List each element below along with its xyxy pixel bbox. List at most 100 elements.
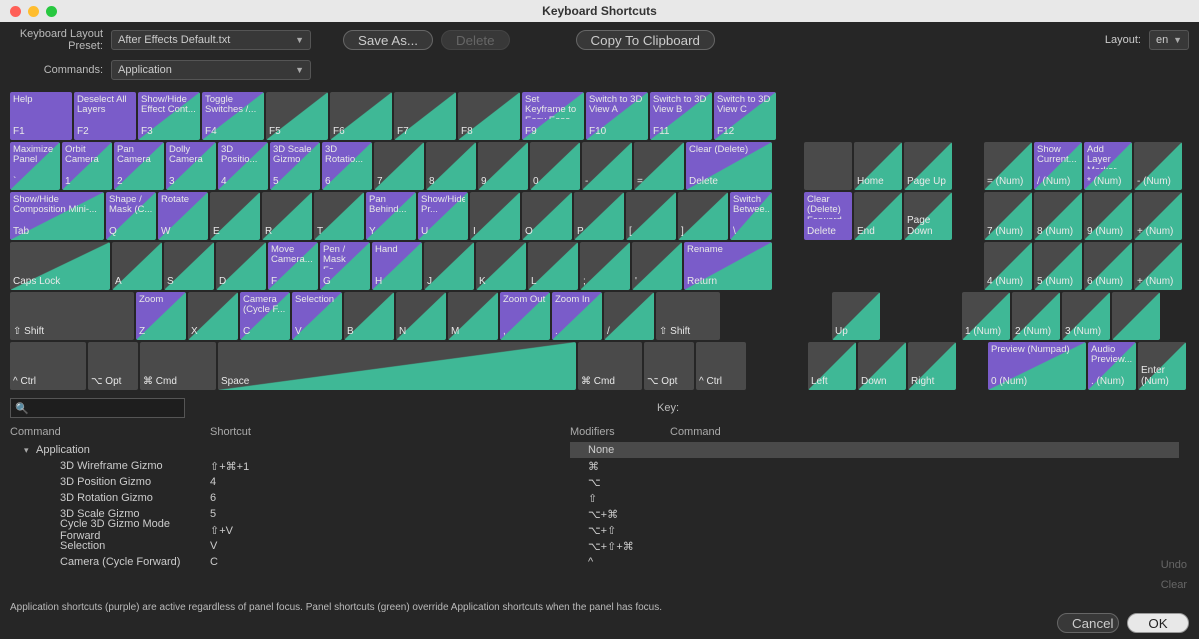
key-num[interactable]: + (Num) — [1134, 242, 1182, 290]
zoom-window[interactable] — [46, 6, 57, 17]
key-s[interactable]: S — [164, 242, 214, 290]
undo-button[interactable]: Undo — [1161, 559, 1187, 571]
key-num[interactable]: + (Num) — [1134, 192, 1182, 240]
key-2[interactable]: Pan Camera2 — [114, 142, 164, 190]
modifier-row[interactable]: ⌥+⇧+⌘ — [570, 538, 1179, 554]
cancel-button[interactable]: Cancel — [1057, 613, 1119, 633]
list-item[interactable]: 3D Position Gizmo4 — [10, 474, 558, 490]
modifier-row[interactable]: ^ — [570, 554, 1179, 570]
key-1[interactable]: Orbit Camera1 — [62, 142, 112, 190]
key-delete[interactable]: Clear (Delete) ForwardDelete — [804, 192, 852, 240]
key-pageup[interactable]: Page Up — [904, 142, 952, 190]
key-3[interactable]: Dolly Camera3 — [166, 142, 216, 190]
key-ctrl[interactable]: ^ Ctrl — [10, 342, 86, 390]
key-[interactable]: ] — [678, 192, 728, 240]
key-0[interactable]: 0 — [530, 142, 580, 190]
key-8num[interactable]: 8 (Num) — [1034, 192, 1082, 240]
key-[interactable]: Maximize Panel` — [10, 142, 60, 190]
key-delete[interactable]: Clear (Delete)Delete — [686, 142, 772, 190]
key-down[interactable]: Down — [858, 342, 906, 390]
key-o[interactable]: O — [522, 192, 572, 240]
key-[interactable]: / — [604, 292, 654, 340]
key-3num[interactable]: 3 (Num) — [1062, 292, 1110, 340]
key-[interactable]: Zoom Out, — [500, 292, 550, 340]
key-f1[interactable]: HelpF1 — [10, 92, 72, 140]
key-num[interactable]: Add Layer Marker* (Num) — [1084, 142, 1132, 190]
key-[interactable]: [ — [626, 192, 676, 240]
key-space[interactable]: Space — [218, 342, 576, 390]
preset-dropdown[interactable]: After Effects Default.txt▼ — [111, 30, 311, 50]
key-4num[interactable]: 4 (Num) — [984, 242, 1032, 290]
key-p[interactable]: P — [574, 192, 624, 240]
key-num[interactable]: = (Num) — [984, 142, 1032, 190]
key-4[interactable]: 3D Positio...4 — [218, 142, 268, 190]
key-f[interactable]: Move Camera...F — [268, 242, 318, 290]
commands-dropdown[interactable]: Application▼ — [111, 60, 311, 80]
key-f8[interactable]: F8 — [458, 92, 520, 140]
key-f11[interactable]: Switch to 3D View BF11 — [650, 92, 712, 140]
key-opt[interactable]: ⌥ Opt — [644, 342, 694, 390]
key-opt[interactable]: ⌥ Opt — [88, 342, 138, 390]
key-f3[interactable]: Show/Hide Effect Cont...F3 — [138, 92, 200, 140]
key-l[interactable]: L — [528, 242, 578, 290]
key-right[interactable]: Right — [908, 342, 956, 390]
key-[interactable]: ; — [580, 242, 630, 290]
key-blank[interactable] — [1112, 292, 1160, 340]
key-[interactable]: - — [582, 142, 632, 190]
key-y[interactable]: Pan Behind...Y — [366, 192, 416, 240]
key-f12[interactable]: Switch to 3D View CF12 — [714, 92, 776, 140]
search-input[interactable]: 🔍 — [10, 398, 185, 418]
clear-button[interactable]: Clear — [1161, 579, 1187, 591]
tree-group[interactable]: ▾Application — [10, 442, 558, 458]
key-left[interactable]: Left — [808, 342, 856, 390]
key-num[interactable]: Audio Preview.... (Num) — [1088, 342, 1136, 390]
key-6num[interactable]: 6 (Num) — [1084, 242, 1132, 290]
key-m[interactable]: M — [448, 292, 498, 340]
key-blank[interactable] — [804, 142, 852, 190]
key-t[interactable]: T — [314, 192, 364, 240]
key-end[interactable]: End — [854, 192, 902, 240]
key-shift[interactable]: ⇧ Shift — [10, 292, 134, 340]
key-2num[interactable]: 2 (Num) — [1012, 292, 1060, 340]
modifier-row[interactable]: ⌘ — [570, 458, 1179, 474]
key-9num[interactable]: 9 (Num) — [1084, 192, 1132, 240]
key-v[interactable]: SelectionV — [292, 292, 342, 340]
key-q[interactable]: Shape / Mask (C...Q — [106, 192, 156, 240]
key-w[interactable]: RotateW — [158, 192, 208, 240]
list-item[interactable]: 3D Wireframe Gizmo⇧+⌘+1 — [10, 458, 558, 474]
key-9[interactable]: 9 — [478, 142, 528, 190]
key-8[interactable]: 8 — [426, 142, 476, 190]
modifier-row[interactable]: ⌥+⇧ — [570, 522, 1179, 538]
modifier-row[interactable]: None — [570, 442, 1179, 458]
modifier-row[interactable]: ⇧ — [570, 490, 1179, 506]
delete-button[interactable]: Delete — [441, 30, 510, 50]
key-1num[interactable]: 1 (Num) — [962, 292, 1010, 340]
key-u[interactable]: Show/Hide Pr...U — [418, 192, 468, 240]
key-[interactable]: Zoom In. — [552, 292, 602, 340]
key-b[interactable]: B — [344, 292, 394, 340]
key-num[interactable]: Show Current.../ (Num) — [1034, 142, 1082, 190]
key-f10[interactable]: Switch to 3D View AF10 — [586, 92, 648, 140]
key-f6[interactable]: F6 — [330, 92, 392, 140]
key-cmd[interactable]: ⌘ Cmd — [140, 342, 216, 390]
key-6[interactable]: 3D Rotatio...6 — [322, 142, 372, 190]
key-[interactable]: ' — [632, 242, 682, 290]
key-k[interactable]: K — [476, 242, 526, 290]
key-f5[interactable]: F5 — [266, 92, 328, 140]
key-n[interactable]: N — [396, 292, 446, 340]
close-window[interactable] — [10, 6, 21, 17]
key-enternum[interactable]: Enter (Num) — [1138, 342, 1186, 390]
key-g[interactable]: Pen / Mask Fe...G — [320, 242, 370, 290]
key-home[interactable]: Home — [854, 142, 902, 190]
key-[interactable]: = — [634, 142, 684, 190]
key-5[interactable]: 3D Scale Gizmo5 — [270, 142, 320, 190]
key-c[interactable]: Camera (Cycle F...C — [240, 292, 290, 340]
list-item[interactable]: Cycle 3D Gizmo Mode Forward⇧+V — [10, 522, 558, 538]
key-return[interactable]: RenameReturn — [684, 242, 772, 290]
key-f9[interactable]: Set Keyframe to Easy EaseF9 — [522, 92, 584, 140]
key-j[interactable]: J — [424, 242, 474, 290]
key-e[interactable]: E — [210, 192, 260, 240]
key-h[interactable]: HandH — [372, 242, 422, 290]
modifier-row[interactable]: ⌥+⌘ — [570, 506, 1179, 522]
key-ctrl[interactable]: ^ Ctrl — [696, 342, 746, 390]
